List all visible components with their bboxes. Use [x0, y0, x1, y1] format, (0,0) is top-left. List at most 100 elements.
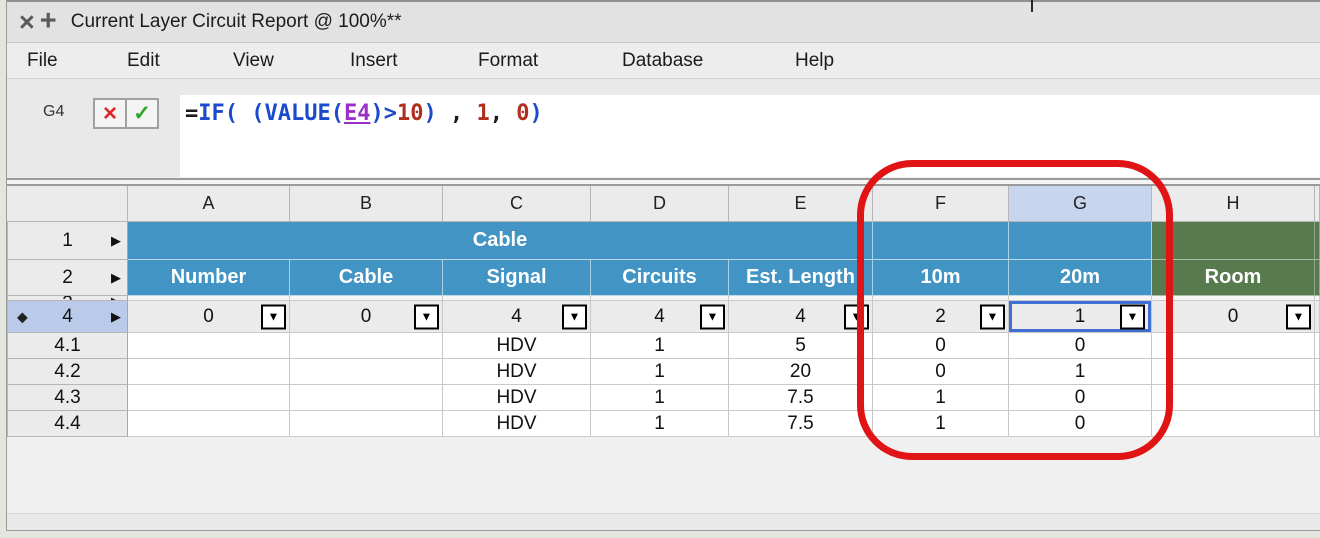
menu-item-format[interactable]: Format [478, 50, 538, 72]
grid-corner[interactable] [7, 186, 128, 222]
cell-G4[interactable]: 1▼ [1009, 301, 1152, 333]
cell-D4.2[interactable]: 1 [591, 359, 729, 385]
cell-A4.1[interactable] [128, 333, 290, 359]
cell-F4.3[interactable]: 1 [873, 385, 1009, 411]
cell-B2[interactable]: Cable [290, 260, 443, 296]
cell-E4.4[interactable]: 7.5 [729, 411, 873, 437]
cell-D4.4[interactable]: 1 [591, 411, 729, 437]
cell-A4.3[interactable] [128, 385, 290, 411]
cell-C4-dropdown[interactable]: ▼ [562, 304, 587, 329]
menu-item-edit[interactable]: Edit [127, 50, 160, 72]
cell-F1[interactable] [873, 222, 1009, 260]
cell-D2[interactable]: Circuits [591, 260, 729, 296]
row-header-1[interactable]: 1▶ [7, 222, 128, 260]
expand-arrow-icon: ▶ [111, 270, 121, 286]
cell-H1[interactable] [1152, 222, 1315, 260]
menu-item-view[interactable]: View [233, 50, 274, 72]
row-label-2: 2 [62, 267, 73, 289]
cell-A4.2[interactable] [128, 359, 290, 385]
cell-E4.2[interactable]: 20 [729, 359, 873, 385]
row-label-4.1: 4.1 [54, 335, 80, 357]
cell-A4-dropdown[interactable]: ▼ [261, 304, 286, 329]
formula-input[interactable]: =IF( (VALUE(E4)>10) , 1, 0) [185, 101, 543, 126]
formula-segment: 1 [476, 101, 489, 126]
cell-C2[interactable]: Signal [443, 260, 591, 296]
row-header-2[interactable]: 2▶ [7, 260, 128, 296]
cell-C4.1[interactable]: HDV [443, 333, 591, 359]
cell-C4.2[interactable]: HDV [443, 359, 591, 385]
cell-B4.3[interactable] [290, 385, 443, 411]
column-header-B[interactable]: B [290, 186, 443, 222]
cell-A4.4[interactable] [128, 411, 290, 437]
cell-D4-dropdown[interactable]: ▼ [700, 304, 725, 329]
cell-E2[interactable]: Est. Length [729, 260, 873, 296]
formula-accept-button[interactable]: ✓ [127, 100, 157, 127]
column-header-D[interactable]: D [591, 186, 729, 222]
cell-B4.1[interactable] [290, 333, 443, 359]
column-header-H[interactable]: H [1152, 186, 1315, 222]
cell-G4.4[interactable]: 0 [1009, 411, 1152, 437]
cell-group-cable[interactable]: Cable [128, 222, 873, 260]
cell-E4[interactable]: 4▼ [729, 301, 873, 333]
row-header-4.2[interactable]: 4.2 [7, 359, 128, 385]
cell-B4[interactable]: 0▼ [290, 301, 443, 333]
row-label-4.2: 4.2 [54, 361, 80, 383]
cell-F4.2[interactable]: 0 [873, 359, 1009, 385]
cell-H4.2[interactable] [1152, 359, 1315, 385]
cell-H4-dropdown[interactable]: ▼ [1286, 304, 1311, 329]
column-header-C[interactable]: C [443, 186, 591, 222]
column-header-E[interactable]: E [729, 186, 873, 222]
close-icon[interactable]: × [19, 9, 35, 36]
cell-A4[interactable]: 0▼ [128, 301, 290, 333]
cell-H2[interactable]: Room [1152, 260, 1315, 296]
cell-H4.1[interactable] [1152, 333, 1315, 359]
column-header-G[interactable]: G [1009, 186, 1152, 222]
cell-G4.2[interactable]: 1 [1009, 359, 1152, 385]
cell-F4-dropdown[interactable]: ▼ [980, 304, 1005, 329]
cell-F2[interactable]: 10m [873, 260, 1009, 296]
menu-item-database[interactable]: Database [622, 50, 703, 72]
column-header-A[interactable]: A [128, 186, 290, 222]
add-icon[interactable]: + [40, 7, 57, 36]
bottom-scrollbar-track[interactable] [7, 513, 1320, 530]
cell-G4-dropdown[interactable]: ▼ [1120, 304, 1145, 329]
cell-B4.2[interactable] [290, 359, 443, 385]
cell-H4[interactable]: 0▼ [1152, 301, 1315, 333]
row-header-4.4[interactable]: 4.4 [7, 411, 128, 437]
row-label-4: 4 [62, 306, 73, 328]
row-header-4[interactable]: 4◆▶ [7, 301, 128, 333]
formula-segment: , [490, 101, 517, 126]
formula-segment: ) [529, 101, 542, 126]
row-header-4.3[interactable]: 4.3 [7, 385, 128, 411]
cell-B4.4[interactable] [290, 411, 443, 437]
cell-H4.3[interactable] [1152, 385, 1315, 411]
cell-G2[interactable]: 20m [1009, 260, 1152, 296]
cell-F4.4[interactable]: 1 [873, 411, 1009, 437]
cell-E4.3[interactable]: 7.5 [729, 385, 873, 411]
formula-cancel-button[interactable]: × [95, 100, 127, 127]
cell-G2-value: 20m [1060, 266, 1100, 289]
cell-D4.1[interactable]: 1 [591, 333, 729, 359]
cell-D4[interactable]: 4▼ [591, 301, 729, 333]
cell-G4.3[interactable]: 0 [1009, 385, 1152, 411]
cell-F4[interactable]: 2▼ [873, 301, 1009, 333]
column-header-H-value: H [1227, 193, 1240, 214]
menu-item-insert[interactable]: Insert [350, 50, 398, 72]
formula-segment: 0 [516, 101, 529, 126]
cell-G4.1[interactable]: 0 [1009, 333, 1152, 359]
cell-F4.1[interactable]: 0 [873, 333, 1009, 359]
cell-C4[interactable]: 4▼ [443, 301, 591, 333]
cell-C4.4[interactable]: HDV [443, 411, 591, 437]
cell-D4.3[interactable]: 1 [591, 385, 729, 411]
row-header-4.1[interactable]: 4.1 [7, 333, 128, 359]
cell-A2[interactable]: Number [128, 260, 290, 296]
menu-item-help[interactable]: Help [795, 50, 834, 72]
cell-B4-dropdown[interactable]: ▼ [414, 304, 439, 329]
cell-E4-dropdown[interactable]: ▼ [844, 304, 869, 329]
menu-item-file[interactable]: File [27, 50, 58, 72]
cell-C4.3[interactable]: HDV [443, 385, 591, 411]
column-header-F[interactable]: F [873, 186, 1009, 222]
cell-H4.4[interactable] [1152, 411, 1315, 437]
cell-G1[interactable] [1009, 222, 1152, 260]
cell-E4.1[interactable]: 5 [729, 333, 873, 359]
